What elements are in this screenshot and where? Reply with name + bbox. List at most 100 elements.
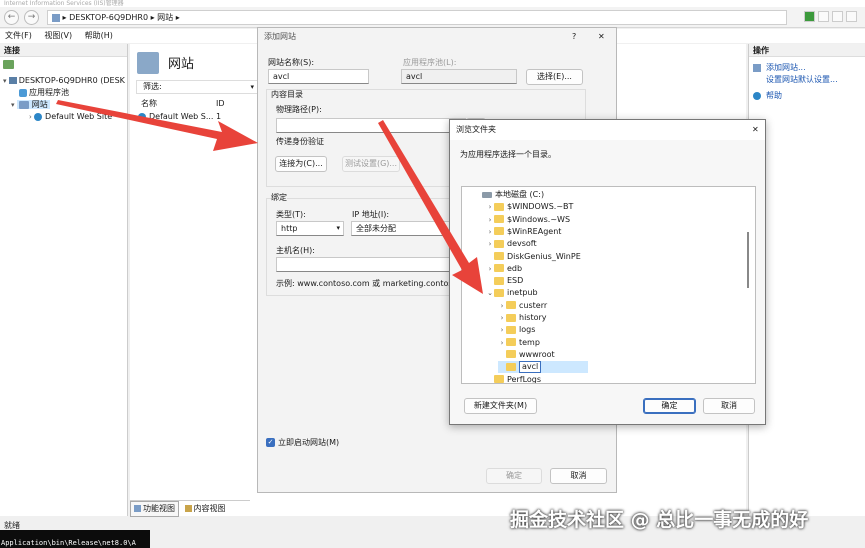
column-id[interactable]: ID (216, 99, 225, 109)
add-site-icon (753, 63, 761, 72)
chevron-right-icon[interactable]: › (498, 324, 506, 336)
chevron-right-icon[interactable]: › (498, 337, 506, 349)
chevron-right-icon[interactable]: › (486, 263, 494, 275)
chevron-right-icon[interactable]: › (486, 226, 494, 238)
folder-label: $WinREAgent (507, 226, 562, 236)
page-title: 网站 (168, 57, 195, 72)
forward-button[interactable]: → (24, 10, 39, 25)
select-app-pool-button[interactable]: 选择(E)... (526, 69, 583, 85)
folder-tree-item[interactable]: ESD (486, 275, 523, 287)
folder-icon (506, 350, 516, 359)
folder-icon (494, 202, 504, 211)
column-name[interactable]: 名称 (141, 99, 157, 109)
chevron-right-icon[interactable]: › (498, 300, 506, 312)
folder-tree-item[interactable]: ⌄ inetpub (486, 287, 538, 299)
site-name-field[interactable]: avcl (268, 69, 369, 84)
add-site-dialog-title: 添加网站 (264, 32, 296, 41)
watermark-text: 掘金技术社区 @ 总比一事无成的好 (510, 509, 809, 531)
dialog-help-button[interactable]: ? (572, 32, 576, 42)
add-site-ok-button[interactable]: 确定 (486, 468, 542, 484)
folder-tree-item[interactable]: › custerr (498, 300, 548, 312)
folder-label: wwwroot (519, 349, 555, 359)
tab-content-view[interactable]: 内容视图 (182, 502, 229, 516)
breadcrumb-server[interactable]: DESKTOP-6Q9DHR0 (69, 13, 148, 22)
terminal-snippet: Application\bin\Release\net8.0\A (0, 530, 150, 548)
new-folder-button[interactable]: 新建文件夹(M) (464, 398, 537, 414)
close-icon[interactable]: ✕ (752, 125, 759, 135)
chevron-down-icon: ▾ (336, 224, 340, 232)
back-button[interactable]: ← (4, 10, 19, 25)
chevron-right-icon[interactable]: › (486, 214, 494, 226)
tree-item-server[interactable]: ▾ DESKTOP-6Q9DHR0 (DESK (3, 75, 127, 87)
help-link[interactable]: 帮助 (753, 90, 863, 102)
home-icon[interactable] (832, 11, 843, 22)
tab-features-view[interactable]: 功能视图 (130, 501, 179, 517)
folder-tree-item[interactable]: › devsoft (486, 238, 537, 250)
help-icon[interactable] (846, 11, 857, 22)
chevron-right-icon[interactable]: › (486, 238, 494, 250)
folder-tree-item[interactable]: wwwroot (498, 349, 555, 361)
type-select[interactable]: http ▾ (276, 221, 344, 236)
folder-label: edb (507, 263, 523, 273)
folder-icon (494, 264, 504, 273)
browse-cancel-button[interactable]: 取消 (703, 398, 755, 414)
add-site-cancel-button[interactable]: 取消 (550, 468, 607, 484)
physical-path-field[interactable] (276, 118, 466, 133)
folder-tree-item[interactable]: › $WINDOWS.~BT (486, 201, 574, 213)
app-pool-field: avcl (401, 69, 517, 84)
binding-label: 绑定 (271, 193, 287, 203)
folder-tree-scrollbar[interactable] (747, 232, 749, 288)
folder-icon (494, 288, 504, 297)
menu-help[interactable]: 帮助(H) (80, 29, 118, 43)
menu-file[interactable]: 文件(F) (0, 29, 37, 43)
site-defaults-link[interactable]: 设置网站默认设置... (753, 74, 863, 86)
connect-icon[interactable] (3, 60, 14, 69)
folder-tree-item[interactable]: DiskGenius_WinPE (486, 251, 581, 263)
ip-label: IP 地址(I): (352, 210, 390, 219)
filter-input[interactable]: 筛选: ▾ (136, 80, 258, 94)
tree-item-sites[interactable]: ▾ 网站 (3, 99, 127, 111)
folder-tree-item[interactable]: › edb (486, 263, 522, 275)
breadcrumb-sites[interactable]: 网站 (157, 13, 173, 22)
folder-tree-item[interactable]: › temp (498, 337, 540, 349)
ip-select[interactable]: 全部未分配 (351, 221, 451, 236)
table-row[interactable]: Default Web S... (138, 112, 213, 122)
folder-tree-item[interactable]: › $Windows.~WS (486, 214, 570, 226)
folder-icon (494, 215, 504, 224)
folder-tree-item[interactable]: › history (498, 312, 547, 324)
address-path[interactable]: ▸ DESKTOP-6Q9DHR0 ▸ 网站 ▸ (47, 10, 787, 25)
menu-view[interactable]: 视图(V) (39, 29, 77, 43)
globe-icon (34, 112, 43, 121)
folder-rename-input[interactable]: avcl (519, 361, 542, 374)
chevron-down-icon[interactable]: ⌄ (486, 287, 494, 299)
chevron-right-icon[interactable]: › (498, 312, 506, 324)
folder-icon (494, 276, 504, 285)
browse-prompt: 为应用程序选择一个目录。 (460, 150, 556, 159)
folder-tree-item[interactable]: › $WinREAgent (486, 226, 562, 238)
folder-tree-item[interactable]: 本地磁盘 (C:) (474, 189, 544, 201)
folder-icon (494, 239, 504, 248)
folder-tree-item[interactable]: › logs (498, 324, 536, 336)
host-field[interactable] (276, 257, 452, 272)
chevron-right-icon[interactable]: › (486, 201, 494, 213)
tree-item-default-site[interactable]: › Default Web Site (3, 111, 127, 123)
browse-ok-button[interactable]: 确定 (643, 398, 696, 414)
stop-icon[interactable] (818, 11, 829, 22)
folder-label: 本地磁盘 (C:) (495, 190, 545, 199)
folder-tree[interactable]: 本地磁盘 (C:) › $WINDOWS.~BT › $Windows.~WS › $Win… (461, 186, 756, 384)
start-immediately-checkbox[interactable]: ✓ (266, 438, 275, 447)
add-site-link[interactable]: 添加网站... (753, 62, 863, 74)
refresh-icon[interactable] (804, 11, 815, 22)
folder-tree-item[interactable]: PerfLogs (486, 374, 541, 384)
tree-item-app-pools[interactable]: 应用程序池 (3, 87, 127, 99)
dropdown-icon: ▾ (250, 83, 254, 91)
close-icon[interactable]: ✕ (598, 32, 605, 42)
test-settings-button[interactable]: 测试设置(G)... (342, 156, 400, 172)
folder-tree-item[interactable]: avcl (498, 361, 588, 374)
connect-as-button[interactable]: 连接为(C)... (275, 156, 327, 172)
folder-label: ESD (507, 276, 524, 286)
